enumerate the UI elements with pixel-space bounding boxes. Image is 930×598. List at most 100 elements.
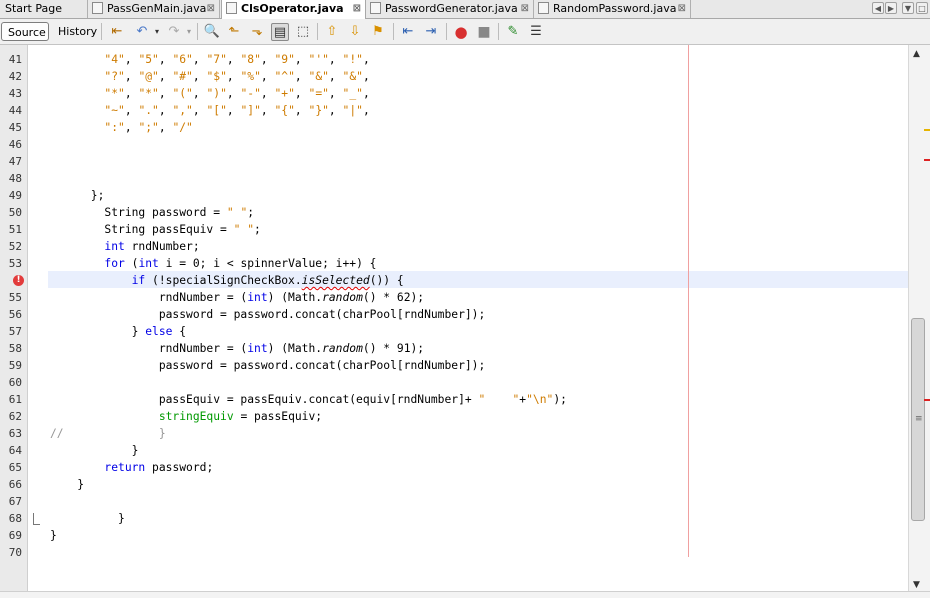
close-tab-icon[interactable]: ⊠ (678, 0, 686, 18)
scroll-up-arrow-icon[interactable]: ▲ (913, 49, 920, 59)
fold-guide (33, 513, 40, 525)
uncomment-icon[interactable]: ☰ (527, 23, 545, 41)
code-line[interactable]: String password = " "; (50, 204, 254, 221)
code-line[interactable]: "*", "*", "(", ")", "-", "+", "=", "_", (50, 85, 369, 102)
line-number: 63 (8, 427, 22, 440)
line-number: 49 (8, 189, 22, 202)
code-line[interactable]: rndNumber = (int) (Math.random() * 91); (50, 340, 424, 357)
show-opened-documents-icon[interactable]: ▼ (902, 2, 914, 14)
previous-bookmark-icon[interactable]: ⇧ (323, 23, 341, 41)
code-line[interactable]: password = password.concat(charPool[rndN… (50, 306, 485, 323)
scroll-down-arrow-icon[interactable]: ▼ (913, 580, 920, 590)
code-line[interactable]: ":", ";", "/" (50, 119, 192, 136)
scroll-tabs-right-icon[interactable]: ▶ (885, 2, 897, 14)
tab-clsoperator[interactable]: ClsOperator.java ⊠ (221, 0, 366, 19)
grip-icon: ≡ (915, 414, 923, 424)
comment-icon[interactable]: ✎ (504, 23, 522, 41)
code-line[interactable]: "4", "5", "6", "7", "8", "9", "'", "!", (50, 51, 369, 68)
last-edit-icon[interactable]: ⇤ (108, 23, 126, 41)
forward-dropdown-icon[interactable]: ▾ (180, 23, 198, 41)
code-line[interactable]: stringEquiv = passEquiv; (50, 408, 322, 425)
code-editor[interactable]: "4", "5", "6", "7", "8", "9", "'", "!", … (28, 45, 908, 597)
toolbar-divider (197, 23, 198, 40)
line-number: 64 (8, 444, 22, 457)
line-number: 60 (8, 376, 22, 389)
close-tab-icon[interactable]: ⊠ (521, 0, 529, 18)
tab-start-page[interactable]: Start Page (0, 0, 88, 18)
line-number: 67 (8, 495, 22, 508)
code-line[interactable]: // } (50, 425, 166, 442)
shift-line-left-icon[interactable]: ⇤ (399, 23, 417, 41)
scrollbar-thumb[interactable]: ≡ (911, 318, 925, 521)
line-number: 45 (8, 121, 22, 134)
line-number: 56 (8, 308, 22, 321)
toggle-rectangular-selection-icon[interactable]: ⬚ (294, 23, 312, 41)
error-badge-icon[interactable]: ! (13, 275, 24, 286)
close-tab-icon[interactable]: ⊠ (207, 0, 215, 18)
tab-label: PassGenMain.java (107, 2, 207, 15)
code-line[interactable]: String passEquiv = " "; (50, 221, 260, 238)
code-line[interactable]: } else { (50, 323, 186, 340)
error-marker[interactable] (924, 399, 930, 401)
line-number: 59 (8, 359, 22, 372)
code-line[interactable]: int rndNumber; (50, 238, 199, 255)
line-number: 44 (8, 104, 22, 117)
line-number: 51 (8, 223, 22, 236)
line-number: 65 (8, 461, 22, 474)
toolbar-divider (498, 23, 499, 40)
code-line[interactable]: } (50, 476, 84, 493)
line-number: 53 (8, 257, 22, 270)
line-number: 70 (8, 546, 22, 559)
line-number: 47 (8, 155, 22, 168)
error-marker[interactable] (924, 159, 930, 161)
tab-randompassword[interactable]: RandomPassword.java ⊠ (534, 0, 691, 18)
back-dropdown-icon[interactable]: ▾ (148, 23, 166, 41)
code-line[interactable]: "?", "@", "#", "$", "%", "^", "&", "&", (50, 68, 369, 85)
tab-passgenmain[interactable]: PassGenMain.java ⊠ (88, 0, 220, 18)
toolbar-divider (393, 23, 394, 40)
find-selection-icon[interactable]: 🔍 (203, 23, 221, 41)
source-view-button[interactable]: Source (1, 22, 49, 41)
toggle-highlight-search-icon[interactable]: ▤ (271, 23, 289, 41)
start-macro-recording-icon[interactable]: ● (452, 23, 470, 41)
find-next-icon[interactable]: ⬎ (248, 23, 266, 41)
line-number: 55 (8, 291, 22, 304)
scroll-tabs-left-icon[interactable]: ◀ (872, 2, 884, 14)
toolbar-divider (446, 23, 447, 40)
code-line[interactable]: }; (50, 187, 105, 204)
vertical-scrollbar[interactable]: ▲ ≡ ▼ (908, 45, 930, 597)
java-file-icon (370, 2, 381, 14)
line-number: 68 (8, 512, 22, 525)
tab-passwordgenerator[interactable]: PasswordGenerator.java ⊠ (366, 0, 534, 18)
warning-marker[interactable] (924, 129, 930, 131)
code-line[interactable]: for (int i = 0; i < spinnerValue; i++) { (50, 255, 376, 272)
tab-label: RandomPassword.java (553, 2, 677, 15)
next-bookmark-icon[interactable]: ⇩ (346, 23, 364, 41)
java-file-icon (226, 2, 237, 14)
code-line[interactable]: password = password.concat(charPool[rndN… (50, 357, 485, 374)
close-tab-icon[interactable]: ⊠ (353, 0, 361, 18)
toggle-bookmark-icon[interactable]: ⚑ (369, 23, 387, 41)
right-margin-guide (688, 45, 689, 557)
code-line[interactable]: } (50, 527, 57, 544)
editor-tab-bar: Start Page PassGenMain.java ⊠ ClsOperato… (0, 0, 930, 19)
editor-toolbar: Source History ⇤ ↶ ▾ ↷ ▾ 🔍 ⬑ ⬎ ▤ ⬚ ⇧ ⇩ ⚑… (0, 19, 930, 45)
line-number: 50 (8, 206, 22, 219)
code-line[interactable]: return password; (50, 459, 213, 476)
shift-line-right-icon[interactable]: ⇥ (422, 23, 440, 41)
tab-label: Start Page (5, 2, 62, 15)
maximize-window-icon[interactable]: □ (916, 2, 928, 14)
line-number: 42 (8, 70, 22, 83)
tab-label: ClsOperator.java (241, 2, 344, 15)
code-line[interactable]: "~", ".", ",", "[", "]", "{", "}", "|", (50, 102, 369, 119)
line-number: 62 (8, 410, 22, 423)
code-line[interactable]: } (50, 442, 139, 459)
code-line[interactable]: rndNumber = (int) (Math.random() * 62); (50, 289, 424, 306)
history-view-button[interactable]: History (52, 22, 97, 41)
java-file-icon (538, 2, 549, 14)
code-line[interactable]: if (!specialSignCheckBox.isSelected()) { (50, 272, 404, 289)
code-line[interactable]: passEquiv = passEquiv.concat(equiv[rndNu… (50, 391, 567, 408)
code-line[interactable]: } (50, 510, 125, 527)
find-previous-icon[interactable]: ⬑ (225, 23, 243, 41)
stop-macro-recording-icon[interactable]: ■ (475, 23, 493, 41)
